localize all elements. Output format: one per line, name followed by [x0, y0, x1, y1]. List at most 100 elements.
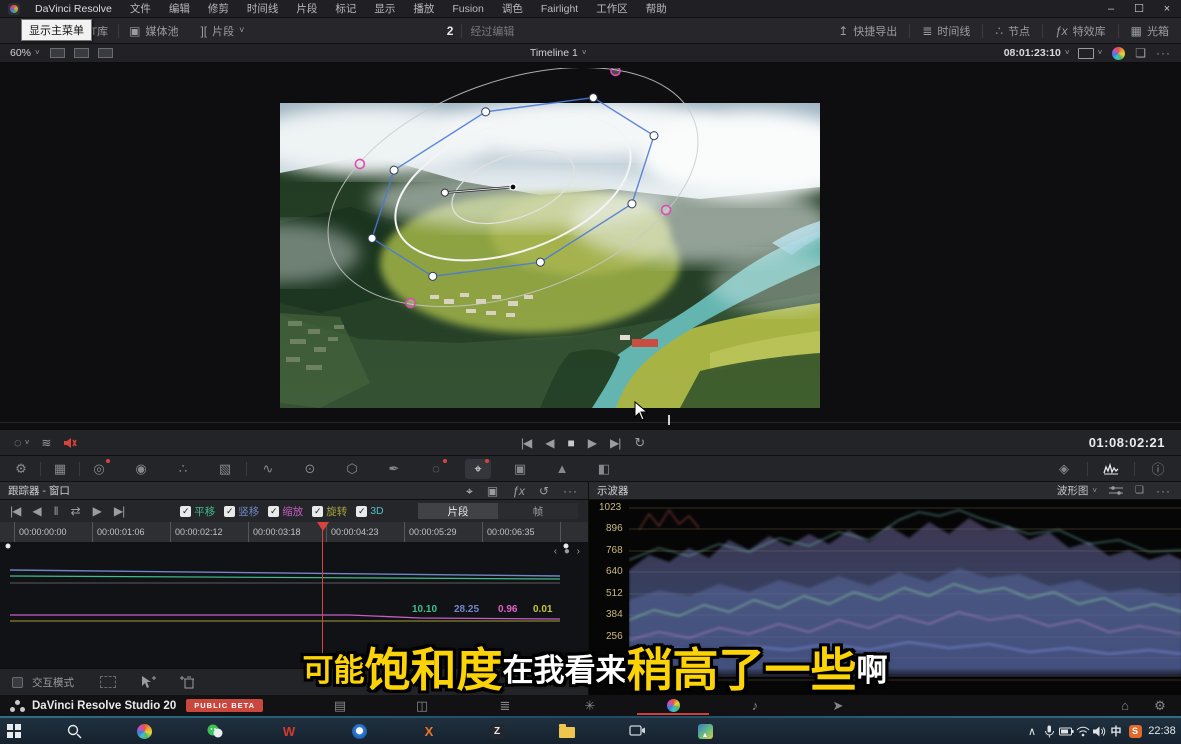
camera-raw-palette[interactable]: ⚙ — [8, 459, 34, 479]
tracker-ruler[interactable]: 00:00:00:00 00:00:01:06 00:00:02:12 00:0… — [0, 522, 588, 542]
blur-palette[interactable]: ▲ — [549, 459, 575, 479]
magic-mask-palette[interactable]: ▣ — [507, 459, 533, 479]
sizing-palette[interactable]: ▦ — [47, 459, 73, 479]
media-pool-button[interactable]: ▣ 媒体池 — [129, 23, 178, 39]
nodes-panel-button[interactable]: ∴ 节点 — [995, 23, 1030, 39]
pause-button[interactable]: ‖ — [54, 505, 59, 517]
clock[interactable]: 22:38 — [1144, 718, 1180, 744]
timeline-panel-button[interactable]: ≣ 时间线 — [922, 23, 970, 39]
maximize-button[interactable]: ☐ — [1125, 2, 1153, 15]
enhanced-viewer-mode-icon[interactable] — [98, 48, 113, 58]
track-back-button[interactable]: ◀ — [32, 505, 41, 517]
color-viewer-icon[interactable] — [1112, 47, 1125, 60]
tracker-palette[interactable]: ⌖ — [465, 459, 491, 479]
ime-indicator[interactable]: 中 — [1108, 718, 1124, 744]
track-bidirectional-button[interactable]: ⇄ — [71, 505, 81, 517]
single-viewer-mode-icon[interactable] — [50, 48, 65, 58]
hue-qualifier-palette[interactable]: ⬡ — [339, 459, 365, 479]
color-wheels-palette[interactable]: ◎ — [86, 459, 112, 479]
go-to-end-button[interactable]: ▶| — [610, 436, 620, 450]
timeline-selector[interactable]: Timeline 1 — [530, 47, 578, 59]
keyframes-panel-icon[interactable]: ◈ — [1051, 459, 1077, 479]
stabilizer-icon[interactable]: ▣ — [487, 485, 498, 497]
close-button[interactable]: × — [1153, 3, 1181, 15]
mute-icon[interactable] — [63, 437, 77, 449]
menu-view[interactable]: 显示 — [365, 1, 404, 16]
app-logo-icon[interactable] — [8, 3, 20, 15]
track-to-start-button[interactable]: |◀ — [10, 505, 20, 517]
scope-mode-select[interactable]: 波形图 — [1057, 483, 1089, 498]
tilt-checkbox[interactable]: ✓ — [224, 506, 235, 517]
taskbar-app-color-icon[interactable] — [132, 720, 156, 742]
menu-playback[interactable]: 播放 — [404, 1, 443, 16]
volume-tray-icon[interactable] — [1090, 718, 1108, 744]
project-settings-button[interactable]: ⚙ — [1140, 695, 1180, 716]
unmix-icon[interactable]: ≋ — [41, 437, 51, 449]
insert-box-icon[interactable] — [100, 676, 116, 688]
tray-expand-chevron[interactable]: ∧ — [1024, 718, 1040, 744]
menu-fairlight[interactable]: Fairlight — [532, 3, 587, 15]
tracker-playhead-flag[interactable] — [317, 522, 329, 537]
stop-button[interactable]: ■ — [568, 436, 574, 450]
scope-options-menu-icon[interactable]: ··· — [1156, 485, 1171, 497]
taskbar-app-z-icon[interactable]: Z — [485, 720, 509, 742]
menu-clip[interactable]: 片段 — [287, 1, 326, 16]
track-to-end-button[interactable]: ▶| — [114, 505, 124, 517]
scope-settings-icon[interactable] — [1109, 486, 1123, 496]
menu-workspace[interactable]: 工作区 — [587, 1, 637, 16]
curves-palette[interactable]: ∿ — [255, 459, 281, 479]
video-frame[interactable] — [280, 103, 820, 408]
play-button[interactable]: ▶ — [588, 436, 596, 450]
reset-icon[interactable]: ↺ — [539, 485, 549, 497]
monitor-icon[interactable] — [1078, 48, 1094, 59]
start-button[interactable] — [2, 720, 26, 742]
fx-mode-icon[interactable]: ƒx — [512, 485, 525, 497]
viewer-jog-bar[interactable] — [0, 422, 1181, 423]
go-to-start-button[interactable]: |◀ — [521, 436, 531, 450]
scope-expand-icon[interactable]: ❏ — [1135, 486, 1144, 496]
track-forward-button[interactable]: ▶ — [93, 505, 102, 517]
taskbar-app-browser-icon[interactable] — [347, 720, 371, 742]
rotate-checkbox[interactable]: ✓ — [312, 506, 323, 517]
add-tracker-point-icon[interactable] — [140, 675, 156, 689]
taskbar-app-photos-icon[interactable]: ▲ — [693, 720, 717, 742]
qualifier-palette[interactable]: ⊙ — [297, 459, 323, 479]
hdr-grade-palette[interactable]: ◉ — [128, 459, 154, 479]
window-outline-toggle-icon[interactable]: ◌ — [14, 436, 22, 449]
quick-export-button[interactable]: ↥ 快捷导出 — [838, 23, 897, 39]
split-viewer-mode-icon[interactable] — [74, 48, 89, 58]
menu-fusion[interactable]: Fusion — [443, 3, 493, 15]
menu-file[interactable]: 文件 — [121, 1, 160, 16]
interactive-mode-checkbox[interactable] — [12, 677, 23, 688]
menu-trim[interactable]: 修剪 — [199, 1, 238, 16]
rgb-mixer-palette[interactable]: ∴ — [170, 459, 196, 479]
pan-checkbox[interactable]: ✓ — [180, 506, 191, 517]
taskbar-app-xmind-icon[interactable]: X — [417, 720, 441, 742]
eyedropper-palette[interactable]: ✒ — [381, 459, 407, 479]
tracker-options-menu-icon[interactable]: ··· — [563, 485, 578, 497]
viewer-jog-playhead[interactable] — [668, 415, 670, 425]
battery-tray-icon[interactable] — [1056, 718, 1076, 744]
menu-help[interactable]: 帮助 — [637, 1, 676, 16]
project-manager-home-button[interactable]: ⌂ — [1105, 695, 1145, 716]
key-palette[interactable]: ◧ — [591, 459, 617, 479]
sogou-tray-icon[interactable]: S — [1126, 718, 1144, 744]
step-back-button[interactable]: ◀ — [545, 436, 553, 450]
motion-effects-palette[interactable]: ▧ — [212, 459, 238, 479]
delete-tracker-point-icon[interactable] — [180, 675, 196, 689]
effects-library-button[interactable]: ƒx 特效库 — [1055, 23, 1106, 39]
fullscreen-icon[interactable]: ❏ — [1135, 47, 1146, 59]
lightbox-button[interactable]: ▦ 光箱 — [1131, 23, 1169, 39]
taskbar-app-recorder-icon[interactable] — [625, 720, 649, 742]
tab-frame[interactable]: 帧 — [498, 503, 578, 519]
menu-timeline[interactable]: 时间线 — [238, 1, 288, 16]
zoom-checkbox[interactable]: ✓ — [268, 506, 279, 517]
tracker-target-icon[interactable]: ⌖ — [466, 485, 473, 497]
scopes-panel-icon[interactable] — [1098, 459, 1124, 479]
taskbar-app-wechat-icon[interactable] — [202, 720, 226, 742]
search-button[interactable] — [62, 720, 86, 742]
minimize-button[interactable]: – — [1097, 3, 1125, 15]
menu-mark[interactable]: 标记 — [326, 1, 365, 16]
viewer-zoom-select[interactable]: 60% — [10, 47, 31, 59]
taskbar-file-explorer-icon[interactable] — [555, 720, 579, 742]
